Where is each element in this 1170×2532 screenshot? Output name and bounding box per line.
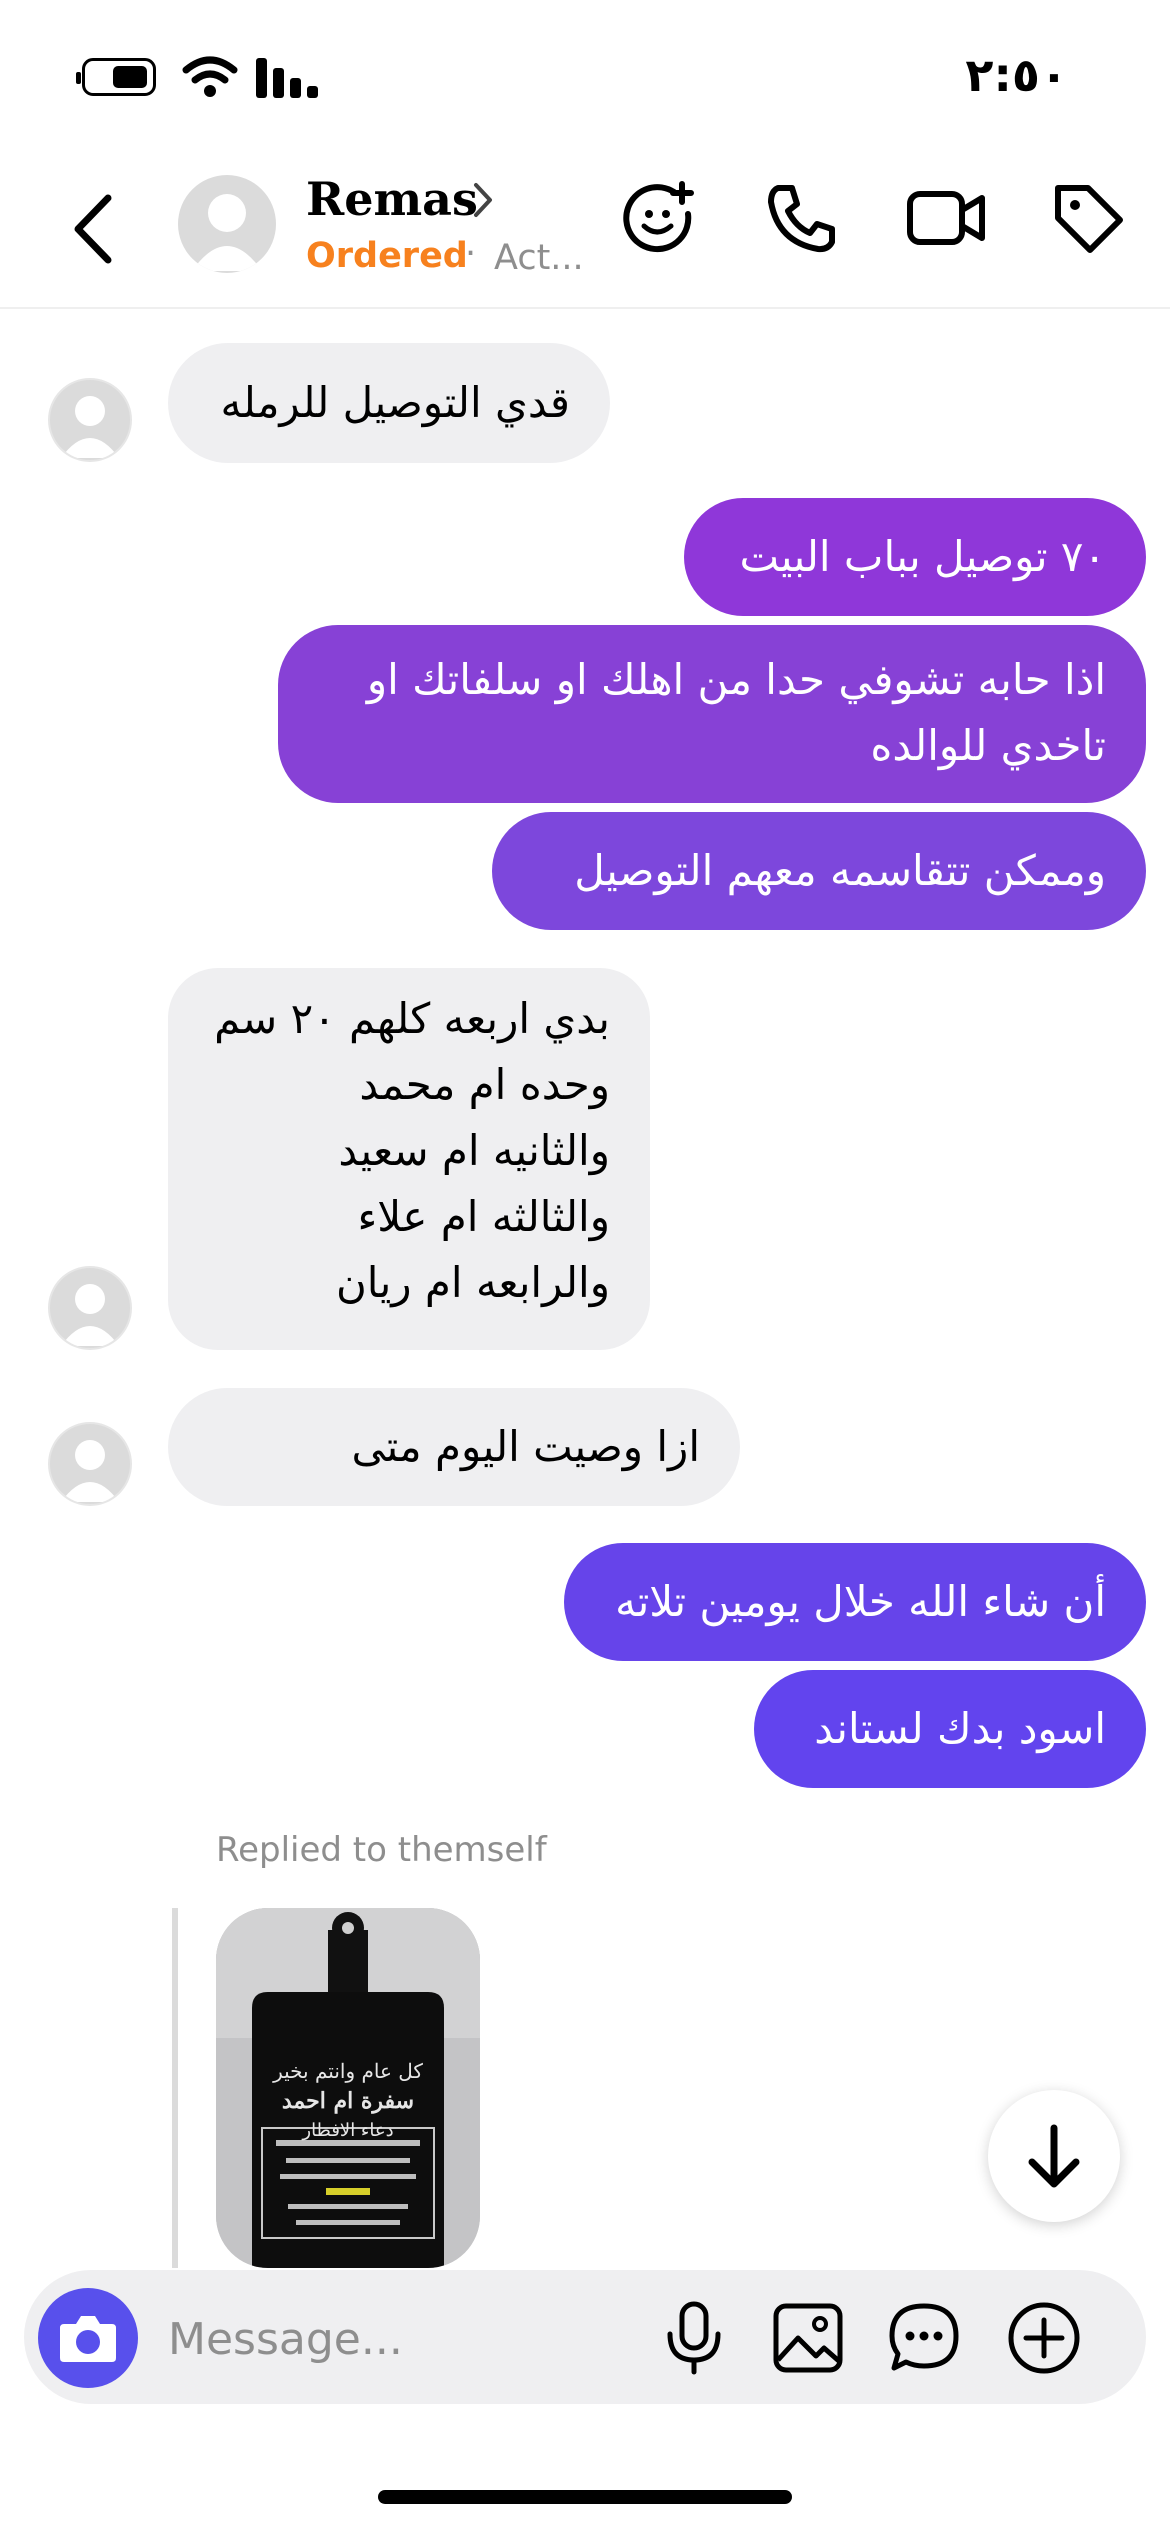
default-avatar-icon — [192, 194, 262, 271]
arrow-down-icon — [1028, 2124, 1080, 2188]
sender-avatar[interactable] — [48, 1422, 132, 1506]
message-bubble[interactable]: ازا وصيت اليوم متى بوصلني — [168, 1388, 740, 1589]
wifi-icon — [182, 56, 238, 97]
sender-avatar[interactable] — [48, 378, 132, 462]
message-bubble[interactable]: قدي التوصيل للرمله — [168, 343, 610, 463]
sticker-add-icon[interactable] — [622, 180, 698, 256]
chat-header — [0, 165, 1170, 309]
message-bubble[interactable]: أن شاء الله خلال يومين تلاته — [564, 1543, 1146, 1661]
microphone-icon[interactable] — [662, 2300, 726, 2376]
message-input[interactable] — [166, 2298, 630, 2380]
gallery-icon[interactable] — [772, 2300, 844, 2376]
default-avatar-icon — [61, 1440, 119, 1502]
message-bubble[interactable]: اذا حابه تشوفي حدا من اهلك او سلفاتك او … — [278, 625, 1146, 803]
sender-avatar[interactable] — [48, 1266, 132, 1350]
message-bubble[interactable]: وممكن تتقاسمه معهم التوصيل — [492, 812, 1146, 930]
battery-icon — [76, 58, 156, 96]
image-text-line: سفرة ام احمد — [281, 2088, 415, 2114]
order-status-label: Ordered — [306, 236, 468, 276]
camera-icon — [60, 2316, 116, 2362]
camera-button[interactable] — [38, 2288, 138, 2388]
image-text-line: دعاء الافطار — [302, 2120, 394, 2141]
scroll-to-bottom-button[interactable] — [988, 2090, 1120, 2222]
image-text-line: كل عام وانتم بخير — [273, 2059, 423, 2083]
plus-circle-icon[interactable] — [1006, 2300, 1082, 2376]
message-bubble[interactable]: ٧٠ توصيل بباب البيت — [684, 498, 1146, 616]
status-separator: · — [465, 234, 477, 274]
contact-name[interactable]: Remas — [306, 172, 478, 226]
back-arrow-icon[interactable] — [68, 192, 118, 266]
home-indicator — [378, 2490, 792, 2504]
message-bubble[interactable]: اسود بدك لستاند — [754, 1670, 1146, 1788]
tag-icon[interactable] — [1050, 180, 1126, 256]
status-time: ٢:٥٠ — [965, 48, 1068, 102]
reply-label: Replied to themself — [216, 1830, 547, 1870]
chat-bubble-icon[interactable] — [888, 2300, 960, 2376]
reply-indicator-bar — [172, 1908, 178, 2268]
chevron-right-icon[interactable] — [470, 180, 496, 220]
message-bubble[interactable]: بدي اربعه كلهم ٢٠ سم وحده ام محمد والثان… — [168, 968, 650, 1350]
video-camera-icon[interactable] — [906, 180, 986, 256]
activity-status: Act... — [494, 238, 584, 278]
phone-icon[interactable] — [764, 180, 840, 256]
replied-image[interactable]: كل عام وانتم بخير سفرة ام احمد دعاء الاف… — [216, 1908, 480, 2268]
default-avatar-icon — [61, 396, 119, 458]
contact-avatar[interactable] — [178, 175, 276, 273]
signal-icon — [256, 58, 318, 98]
default-avatar-icon — [61, 1284, 119, 1346]
